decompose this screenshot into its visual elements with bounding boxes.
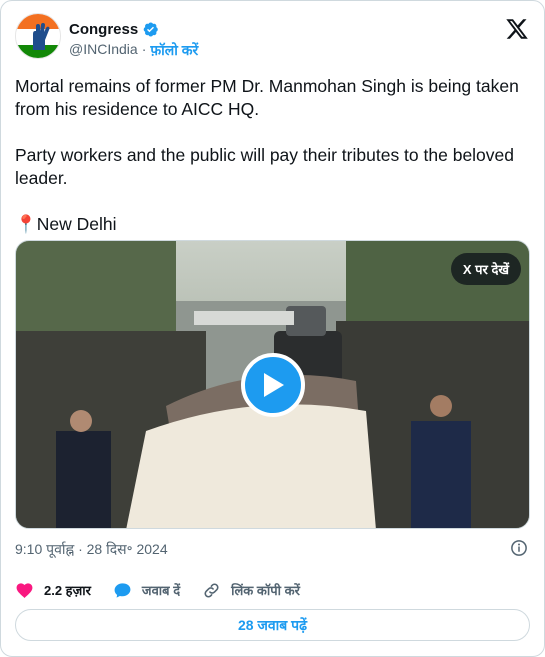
heart-icon xyxy=(16,582,33,598)
tweet-text: Mortal remains of former PM Dr. Manmohan… xyxy=(15,76,519,234)
author-name[interactable]: Congress xyxy=(69,21,138,38)
tweet-header: Congress @INCIndia · फ़ॉलो करें xyxy=(15,13,531,61)
likes-count: 2.2 हज़ार xyxy=(44,583,91,598)
read-replies-button[interactable]: 28 जवाब पढ़ें xyxy=(15,609,530,641)
separator-dot: · xyxy=(141,41,147,57)
play-icon xyxy=(264,373,284,397)
tweet-card: Congress @INCIndia · फ़ॉलो करें Mortal r… xyxy=(0,0,545,657)
copy-link-label: लिंक कॉपी करें xyxy=(231,583,300,598)
info-icon[interactable] xyxy=(510,539,528,557)
link-icon xyxy=(204,582,219,598)
author-handle-row: @INCIndia · फ़ॉलो करें xyxy=(69,41,198,60)
reply-label: जवाब दें xyxy=(141,583,181,598)
x-logo-icon[interactable] xyxy=(505,17,529,41)
reply-bubble-icon xyxy=(114,582,131,598)
follow-button[interactable]: फ़ॉलो करें xyxy=(150,41,198,60)
avatar[interactable] xyxy=(15,13,61,59)
copy-link-action[interactable]: लिंक कॉपी करें xyxy=(202,581,300,600)
like-action[interactable]: 2.2 हज़ार xyxy=(15,581,91,600)
reply-action[interactable]: जवाब दें xyxy=(113,581,180,600)
tweet-actions: 2.2 हज़ार जवाब दें लिंक कॉपी करें xyxy=(15,579,322,601)
tweet-timestamp[interactable]: 9:10 पूर्वाह्न · 28 दिस॰ 2024 xyxy=(15,540,168,559)
author-handle[interactable]: @INCIndia xyxy=(69,41,138,60)
video-media[interactable]: X पर देखें xyxy=(15,240,530,529)
view-on-x-button[interactable]: X पर देखें xyxy=(450,253,521,285)
congress-logo-icon xyxy=(16,14,60,58)
verified-badge-icon xyxy=(143,22,158,37)
play-button[interactable] xyxy=(241,353,305,417)
author-name-row: Congress xyxy=(69,21,159,38)
